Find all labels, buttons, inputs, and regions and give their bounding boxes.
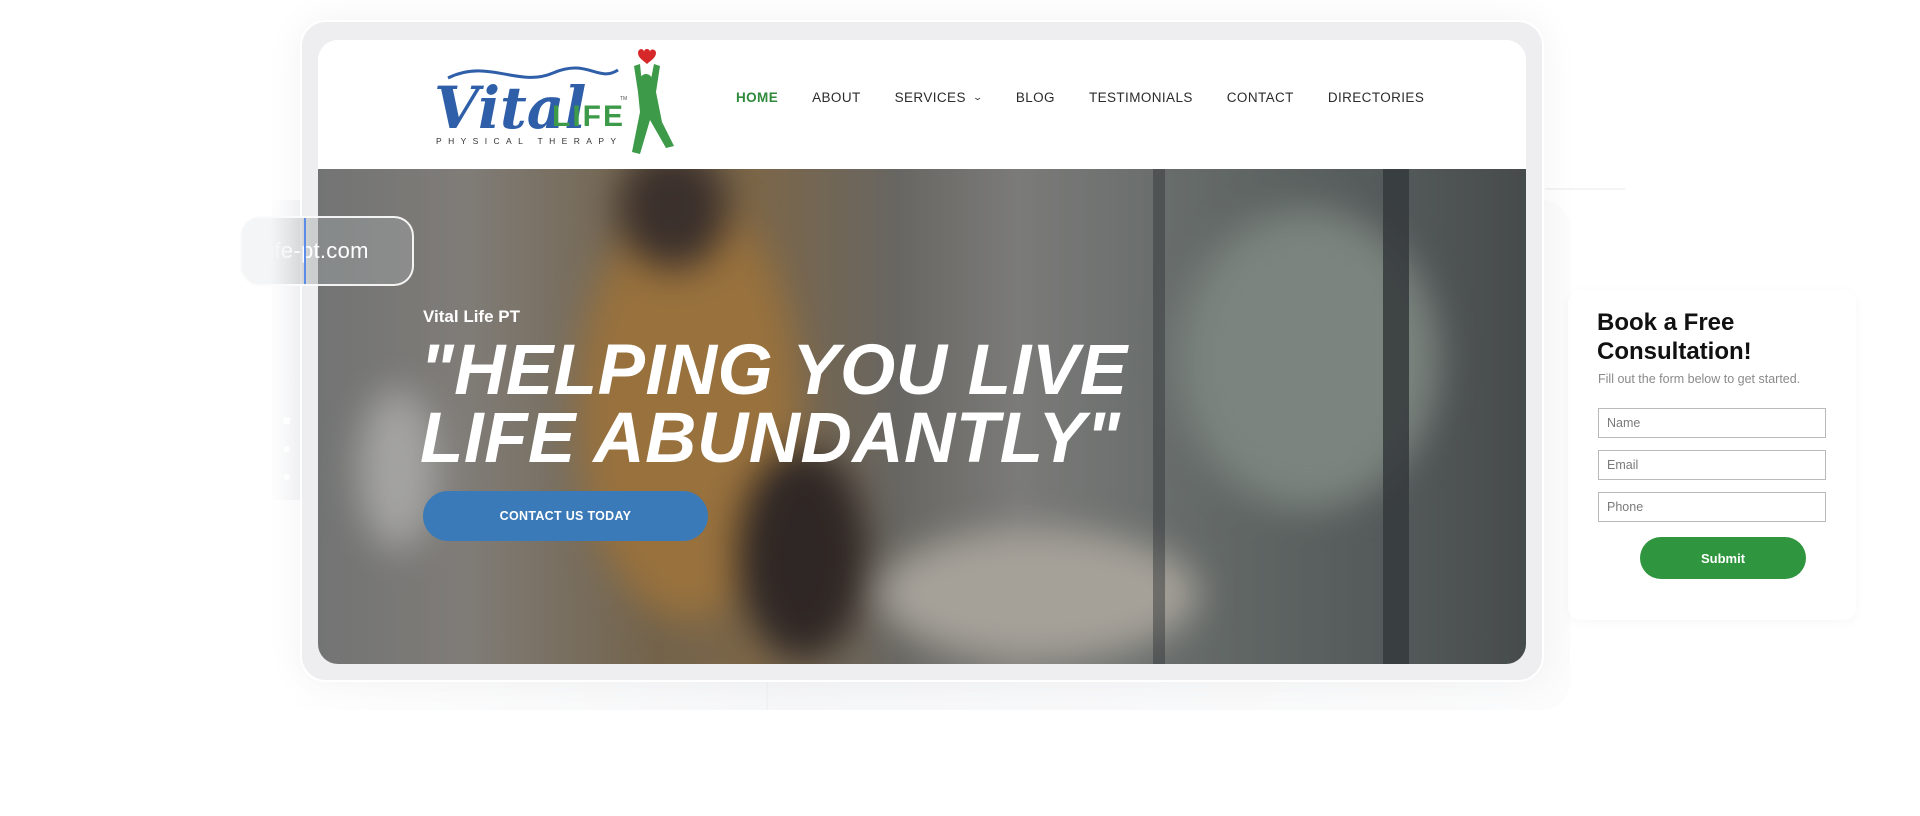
email-field[interactable]	[1598, 450, 1826, 480]
nav-contact[interactable]: CONTACT	[1227, 90, 1294, 105]
url-fade	[242, 218, 312, 284]
url-bar[interactable]: life-pt.com	[240, 216, 414, 286]
main-nav: HOME ABOUT SERVICES ⌄ BLOG TESTIMONIALS C…	[736, 90, 1458, 105]
divider	[1545, 188, 1625, 190]
hero-title-line: LIFE ABUNDANTLY"	[420, 399, 1121, 478]
hero-section: Vital Life PT "HELPING YOU LIVE LIFE ABU…	[318, 169, 1526, 664]
form-subtitle: Fill out the form below to get started.	[1598, 372, 1801, 386]
hero-title: "HELPING YOU LIVE LIFE ABUNDANTLY"	[420, 331, 1128, 478]
nav-testimonials[interactable]: TESTIMONIALS	[1089, 90, 1193, 105]
site-header: Vital LIFE TM PHYSICAL THERAPY HOME ABOU…	[318, 40, 1526, 169]
nav-label: HOME	[736, 90, 779, 105]
ghost-icon: ■	[282, 412, 292, 428]
hero-title-line: "HELPING YOU LIVE	[420, 331, 1128, 410]
nav-label: DIRECTORIES	[1327, 90, 1425, 105]
nav-home[interactable]: HOME	[736, 90, 778, 105]
nav-label: BLOG	[1015, 90, 1055, 105]
ghost-icon: ●	[282, 468, 292, 484]
submit-button[interactable]: Submit	[1640, 537, 1806, 579]
nav-label: TESTIMONIALS	[1088, 90, 1193, 105]
nav-about[interactable]: ABOUT	[812, 90, 861, 105]
divider	[766, 680, 768, 710]
nav-services[interactable]: SERVICES ⌄	[894, 90, 984, 105]
nav-blog[interactable]: BLOG	[1016, 90, 1055, 105]
site-logo[interactable]: Vital LIFE TM PHYSICAL THERAPY	[428, 48, 678, 156]
website-page: Vital LIFE TM PHYSICAL THERAPY HOME ABOU…	[318, 40, 1526, 664]
nav-label: ABOUT	[812, 90, 861, 105]
side-icons: ■ ● ●	[272, 412, 302, 502]
nav-label: CONTACT	[1226, 90, 1294, 105]
svg-text:TM: TM	[620, 96, 627, 102]
consultation-form-card: Book a Free Consultation! Fill out the f…	[1568, 290, 1856, 620]
vital-life-logo-icon: Vital LIFE TM PHYSICAL THERAPY	[434, 49, 674, 154]
name-field[interactable]	[1598, 408, 1826, 438]
nav-label: SERVICES	[894, 90, 966, 105]
browser-frame: Vital LIFE TM PHYSICAL THERAPY HOME ABOU…	[300, 20, 1544, 682]
ghost-icon: ●	[282, 440, 292, 456]
hero-subtitle: Vital Life PT	[423, 307, 520, 326]
svg-text:PHYSICAL THERAPY: PHYSICAL THERAPY	[436, 136, 622, 146]
chevron-down-icon: ⌄	[972, 92, 984, 102]
screen: life-pt.com ■ ● ● Vital LIFE TM PHYSICAL…	[0, 0, 1920, 816]
nav-directories[interactable]: DIRECTORIES	[1328, 90, 1424, 105]
phone-field[interactable]	[1598, 492, 1826, 522]
form-title: Book a Free Consultation!	[1597, 309, 1752, 365]
text-caret	[304, 218, 306, 284]
svg-text:LIFE: LIFE	[552, 100, 625, 133]
contact-us-button[interactable]: CONTACT US TODAY	[423, 491, 708, 541]
